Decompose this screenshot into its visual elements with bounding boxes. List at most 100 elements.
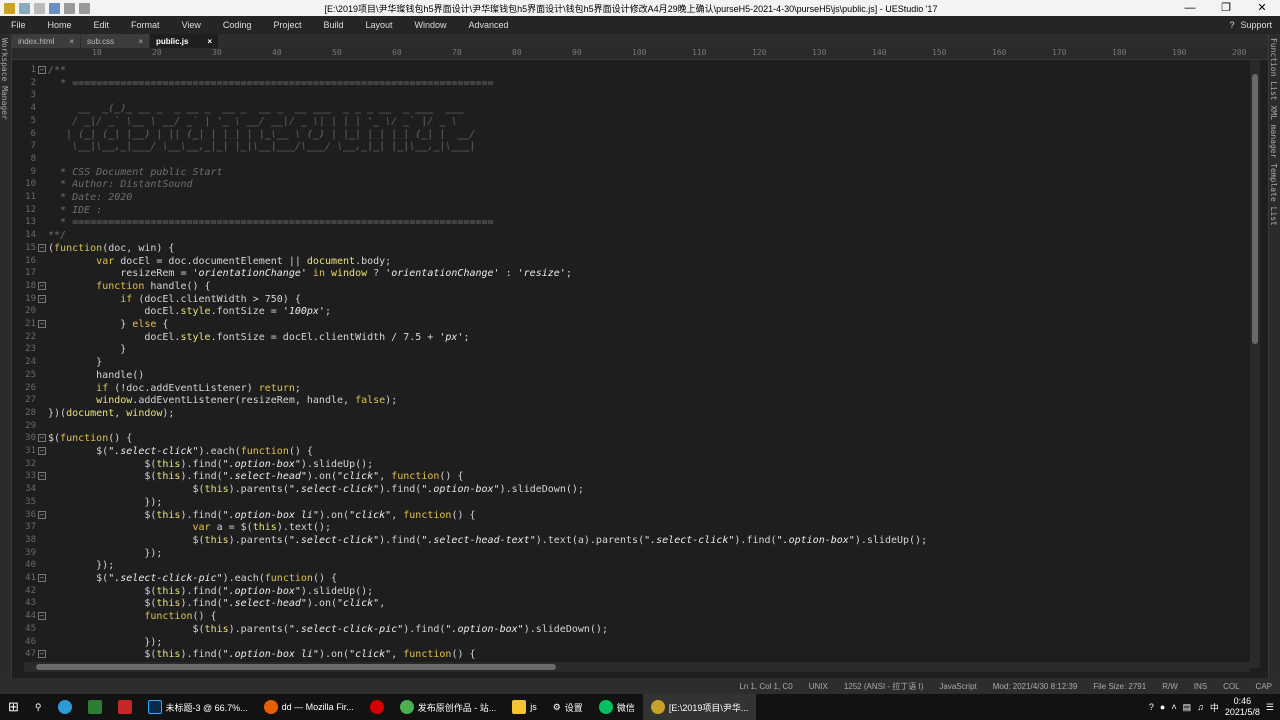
code-line[interactable]: 18− function handle() { [12,280,1250,293]
code-line[interactable]: 25 handle() [12,369,1250,382]
fold-toggle-icon[interactable]: − [38,510,46,519]
taskbar-firefox[interactable]: dd — Mozilla Fir... [256,694,362,720]
fold-toggle-icon[interactable]: − [38,650,46,659]
clock[interactable]: 0:46 2021/5/8 [1225,696,1260,718]
fold-toggle-icon[interactable]: − [38,320,46,328]
taskbar-uestudio[interactable]: [E:\2019项目\尹华... [642,694,757,720]
horizontal-scrollbar[interactable] [24,662,1250,672]
line-ending[interactable]: UNIX [801,682,836,691]
close-button[interactable]: ✕ [1244,0,1280,16]
taskbar-photoshop[interactable]: 未标题-3 @ 66.7%... [140,694,256,720]
app-icon[interactable] [4,2,15,14]
menu-coding[interactable]: Coding [212,20,263,30]
code-line[interactable]: 26 if (!doc.addEventListener) return; [12,382,1250,395]
code-line[interactable]: 15− (function(doc, win) { [12,242,1250,255]
fold-toggle-icon[interactable]: − [38,294,46,303]
code-line[interactable]: 12 * IDE : [12,204,1250,217]
menu-file[interactable]: File [0,20,37,30]
taskbar-settings[interactable]: ⚙ 设置 [545,694,591,720]
code-line[interactable]: 6 | (_| (_| |__) | || (_| | | | | |_\__ … [12,128,1250,141]
taskbar-opera[interactable] [362,694,392,720]
menu-format[interactable]: Format [120,20,171,30]
code-line[interactable]: 14 **/ [12,229,1250,242]
code-line[interactable]: 7 \__|\__,_|___/ \__\__,_|_| |_|\__|___/… [12,140,1250,153]
code-line[interactable]: 30− $(function() { [12,432,1250,445]
code-line[interactable]: 20 docEl.style.fontSize = '100px'; [12,305,1250,318]
fold-toggle-icon[interactable]: − [38,612,46,621]
code-line[interactable]: 17 resizeRem = 'orientationChange' in wi… [12,267,1250,280]
code-line[interactable]: 46 }); [12,636,1250,649]
help-icon[interactable]: ? [1229,20,1234,30]
menu-view[interactable]: View [171,20,212,30]
support-menu[interactable]: Support [1240,20,1272,30]
menu-edit[interactable]: Edit [83,20,121,30]
code-line[interactable]: 23 } [12,343,1250,356]
code-line[interactable]: 33− $(this).find(".select-head").on("cli… [12,470,1250,483]
menu-advanced[interactable]: Advanced [458,20,520,30]
code-line[interactable]: 35 }); [12,496,1250,509]
code-line[interactable]: 39 }); [12,547,1250,560]
code-line[interactable]: 10 * Author: DistantSound [12,178,1250,191]
menu-window[interactable]: Window [404,20,458,30]
code-line[interactable]: 45 $(this).parents(".select-click-pic").… [12,623,1250,636]
encoding[interactable]: 1252 (ANSI - 拉丁语 I) [836,681,932,692]
taskbar-edge[interactable] [50,694,80,720]
fold-toggle-icon[interactable]: − [38,66,46,74]
menu-home[interactable]: Home [37,20,83,30]
code-line[interactable]: 21− } else { [12,318,1250,331]
tab-index-html[interactable]: index.html × [12,34,80,48]
save-icon[interactable] [49,2,60,14]
code-line[interactable]: 24 } [12,356,1250,369]
code-line[interactable]: 5 / _|/ _` \__ \ __/ _` | '_ \ __/ __|/ … [12,115,1250,128]
code-line[interactable]: 41− $(".select-click-pic").each(function… [12,572,1250,585]
fold-toggle-icon[interactable]: − [38,243,46,252]
fold-toggle-icon[interactable]: − [38,434,46,443]
code-line[interactable]: 43 $(this).find(".select-head").on("clic… [12,597,1250,610]
tab-sub-css[interactable]: sub.css × [81,34,149,48]
code-line[interactable]: 37 var a = $(this).text(); [12,521,1250,534]
taskbar-explorer[interactable]: js [504,694,545,720]
open-icon[interactable] [34,2,45,14]
taskbar-chrome[interactable]: 发布原创作品 - 站... [392,694,505,720]
notification-icon[interactable]: ☰ [1266,702,1274,713]
menu-project[interactable]: Project [262,20,312,30]
tab-public-js[interactable]: public.js × [150,34,218,48]
vertical-scrollbar[interactable] [1250,60,1260,668]
start-button[interactable]: ⊞ [0,694,27,720]
code-line[interactable]: 3 [12,89,1250,102]
code-line[interactable]: 31− $(".select-click").each(function() { [12,445,1250,458]
code-line[interactable]: 19− if (docEl.clientWidth > 750) { [12,293,1250,306]
code-line[interactable]: 44− function() { [12,610,1250,623]
tray-icon[interactable]: ● [1160,702,1165,712]
taskbar-wechat[interactable]: 微信 [591,694,643,720]
code-line[interactable]: 9 * CSS Document public Start [12,166,1250,179]
code-line[interactable]: 13 * ===================================… [12,216,1250,229]
code-line[interactable]: 34 $(this).parents(".select-click").find… [12,483,1250,496]
code-line[interactable]: 27 window.addEventListener(resizeRem, ha… [12,394,1250,407]
code-line[interactable]: 28})(document, window); [12,407,1250,420]
workspace-manager-strip[interactable]: Workspace Manager [0,34,12,678]
code-line[interactable]: 22 docEl.style.fontSize = docEl.clientWi… [12,331,1250,344]
code-line[interactable]: 11 * Date: 2020 [12,191,1250,204]
menu-build[interactable]: Build [312,20,354,30]
code-line[interactable]: 2 * ====================================… [12,77,1250,90]
help-icon[interactable]: ? [1149,702,1154,712]
minimize-button[interactable]: — [1172,0,1208,16]
code-editor[interactable]: 1−/** 2 * ===============================… [12,60,1250,660]
chevron-up-icon[interactable]: ˄ [1171,702,1176,712]
taskbar-app[interactable] [80,694,110,720]
code-line[interactable]: 42 $(this).find(".option-box").slideUp()… [12,585,1250,598]
new-file-icon[interactable] [19,2,30,14]
network-icon[interactable]: ▤ [1183,702,1192,713]
redo-icon[interactable] [79,2,90,14]
code-line[interactable]: 47− $(this).find(".option-box li").on("c… [12,648,1250,660]
code-line[interactable]: 29 [12,420,1250,433]
code-line[interactable]: 8 [12,153,1250,166]
fold-toggle-icon[interactable]: − [38,281,46,290]
vertical-scroll-thumb[interactable] [1252,74,1258,344]
close-icon[interactable]: × [138,37,143,46]
fold-toggle-icon[interactable]: − [38,447,46,455]
fold-toggle-icon[interactable]: − [38,574,46,582]
horizontal-scroll-thumb[interactable] [36,664,556,670]
code-line[interactable]: 1−/** [12,64,1250,77]
